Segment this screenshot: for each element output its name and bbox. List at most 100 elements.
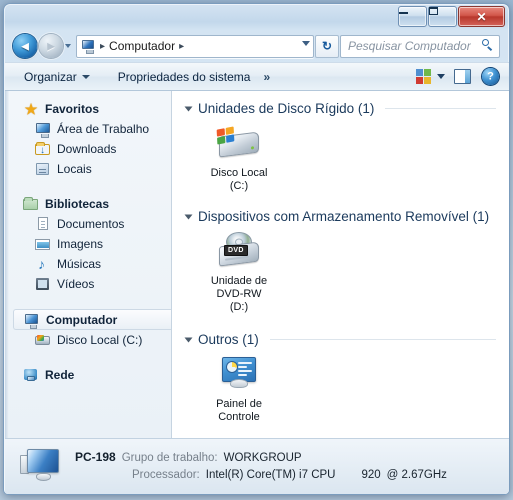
dvd-badge-label: DVD xyxy=(224,245,248,256)
details-line-processor: Processador: Intel(R) Core(TM) i7 CPU 92… xyxy=(75,467,447,484)
sidebar-group-rede: Rede xyxy=(5,365,171,385)
group-header-unidades-de-disco-rigido[interactable]: Unidades de Disco Rígido (1) xyxy=(184,101,496,116)
sidebar-label-imagens: Imagens xyxy=(57,237,104,251)
explorer-window: ✕ ◄ ► ▸ Computador ▸ ↻ Pesquisar Computa… xyxy=(3,3,510,495)
sidebar-item-area-de-trabalho[interactable]: Área de Trabalho xyxy=(5,119,171,139)
sidebar-label-favoritos: Favoritos xyxy=(45,102,100,116)
back-button[interactable]: ◄ xyxy=(13,34,37,58)
preview-pane-icon[interactable] xyxy=(454,69,471,84)
close-button[interactable]: ✕ xyxy=(458,6,505,27)
sidebar-item-documentos[interactable]: Documentos xyxy=(5,214,171,234)
sidebar-item-rede[interactable]: Rede xyxy=(5,365,171,385)
computer-icon xyxy=(80,39,96,54)
processor-speed: @ 2.67GHz xyxy=(386,469,447,481)
group-title-dispositivos-removivel: Dispositivos com Armazenamento Removível… xyxy=(198,209,490,224)
sidebar-item-disco-local-c[interactable]: Disco Local (C:) xyxy=(5,330,171,350)
network-icon xyxy=(23,367,39,383)
hard-drive-icon xyxy=(35,332,51,348)
search-input[interactable]: Pesquisar Computador xyxy=(340,34,500,58)
title-bar[interactable]: ✕ xyxy=(4,4,509,30)
window-controls: ✕ xyxy=(398,6,505,27)
group-header-outros[interactable]: Outros (1) xyxy=(184,332,496,347)
system-properties-label: Propriedades do sistema xyxy=(117,69,251,84)
control-panel-icon xyxy=(215,353,263,395)
search-placeholder: Pesquisar Computador xyxy=(348,39,471,53)
sidebar-item-locais[interactable]: Locais xyxy=(5,159,171,179)
collapse-triangle-icon[interactable] xyxy=(184,214,193,219)
minimize-button[interactable] xyxy=(398,6,427,27)
music-icon: ♪ xyxy=(38,256,45,272)
maximize-icon xyxy=(429,7,438,15)
computer-icon xyxy=(24,312,40,329)
collapse-triangle-icon[interactable] xyxy=(184,337,193,342)
pictures-icon xyxy=(35,236,51,252)
drive-item-dvd-rw-d[interactable]: DVD Unidade de DVD-RW (D:) xyxy=(200,230,278,314)
breadcrumb-computador[interactable]: Computador xyxy=(109,39,175,53)
recent-pages-dropdown[interactable] xyxy=(63,34,74,58)
address-bar-row: ◄ ► ▸ Computador ▸ ↻ Pesquisar Computado… xyxy=(4,30,509,62)
details-line-workgroup: PC-198 Grupo de trabalho: WORKGROUP xyxy=(75,449,447,467)
system-properties-button[interactable]: Propriedades do sistema xyxy=(111,67,258,87)
drive-label-dvd-rw-d: Unidade de DVD-RW (D:) xyxy=(210,275,268,313)
group-divider xyxy=(269,339,496,340)
sidebar-item-favoritos[interactable]: ★ Favoritos xyxy=(5,99,171,119)
processor-label: Processador: xyxy=(132,469,200,481)
sidebar-group-bibliotecas: Bibliotecas Documentos Imagens ♪ Músicas xyxy=(5,194,171,294)
window-body: ★ Favoritos Área de Trabalho ↓ Downloads xyxy=(5,91,509,438)
sidebar-label-bibliotecas: Bibliotecas xyxy=(45,197,110,211)
change-view-icon[interactable] xyxy=(416,69,431,84)
desktop-icon xyxy=(35,121,51,138)
command-toolbar: Organizar Propriedades do sistema » xyxy=(5,62,509,91)
sidebar-item-videos[interactable]: Vídeos xyxy=(5,274,171,294)
sidebar-label-disco-local-c: Disco Local (C:) xyxy=(57,333,143,347)
star-icon: ★ xyxy=(24,101,38,117)
computer-name: PC-198 xyxy=(75,450,116,464)
videos-icon xyxy=(35,276,51,292)
back-arrow-icon: ◄ xyxy=(18,38,32,54)
item-painel-de-controle[interactable]: Painel de Controle xyxy=(200,353,278,424)
downloads-folder-icon: ↓ xyxy=(35,141,51,157)
recent-places-icon xyxy=(35,161,51,177)
group-items-hard-drives: Disco Local (C:) xyxy=(186,122,496,199)
details-text: PC-198 Grupo de trabalho: WORKGROUP Proc… xyxy=(75,449,447,484)
sidebar-item-computador[interactable]: Computador xyxy=(13,309,171,330)
hard-drive-large-icon xyxy=(215,122,263,164)
collapse-triangle-icon[interactable] xyxy=(184,106,193,111)
address-bar[interactable]: ▸ Computador ▸ xyxy=(76,34,314,58)
processor-value: Intel(R) Core(TM) i7 CPU xyxy=(205,469,336,481)
group-header-dispositivos-removivel[interactable]: Dispositivos com Armazenamento Removível… xyxy=(184,209,496,224)
sidebar-label-area-de-trabalho: Área de Trabalho xyxy=(57,122,150,136)
computer-large-icon xyxy=(19,447,65,487)
toolbar-overflow-button[interactable]: » xyxy=(257,67,276,87)
address-dropdown-icon[interactable] xyxy=(302,40,310,46)
maximize-button[interactable] xyxy=(428,6,457,27)
view-dropdown-icon[interactable] xyxy=(437,74,445,79)
breadcrumb-trailing-chevron-icon[interactable]: ▸ xyxy=(179,41,184,52)
sidebar-group-computador: Computador Disco Local (C:) xyxy=(5,309,171,350)
organize-button[interactable]: Organizar xyxy=(17,67,97,87)
refresh-button[interactable]: ↻ xyxy=(315,34,339,58)
navigation-pane: ★ Favoritos Área de Trabalho ↓ Downloads xyxy=(5,91,172,438)
forward-arrow-icon: ► xyxy=(44,38,58,54)
documents-icon xyxy=(35,216,51,232)
toolbar-right-group xyxy=(416,68,499,85)
sidebar-item-musicas[interactable]: ♪ Músicas xyxy=(5,254,171,274)
sidebar-item-imagens[interactable]: Imagens xyxy=(5,234,171,254)
sidebar-item-downloads[interactable]: ↓ Downloads xyxy=(5,139,171,159)
refresh-icon: ↻ xyxy=(321,39,333,53)
drive-item-disco-local-c[interactable]: Disco Local (C:) xyxy=(200,122,278,193)
dvd-drive-icon: DVD xyxy=(215,230,263,272)
breadcrumb-separator-icon: ▸ xyxy=(100,40,106,52)
forward-button[interactable]: ► xyxy=(39,34,63,58)
details-pane: PC-198 Grupo de trabalho: WORKGROUP Proc… xyxy=(5,438,509,494)
sidebar-item-bibliotecas[interactable]: Bibliotecas xyxy=(5,194,171,214)
content-pane[interactable]: Unidades de Disco Rígido (1) Disco Local… xyxy=(172,91,509,438)
group-items-removable: DVD Unidade de DVD-RW (D:) xyxy=(186,230,496,320)
group-title-outros: Outros (1) xyxy=(198,332,259,347)
help-icon[interactable] xyxy=(482,68,499,85)
item-label-painel-de-controle: Painel de Controle xyxy=(216,398,262,423)
group-title-unidades-de-disco-rigido: Unidades de Disco Rígido (1) xyxy=(198,101,375,116)
group-divider xyxy=(385,108,496,109)
